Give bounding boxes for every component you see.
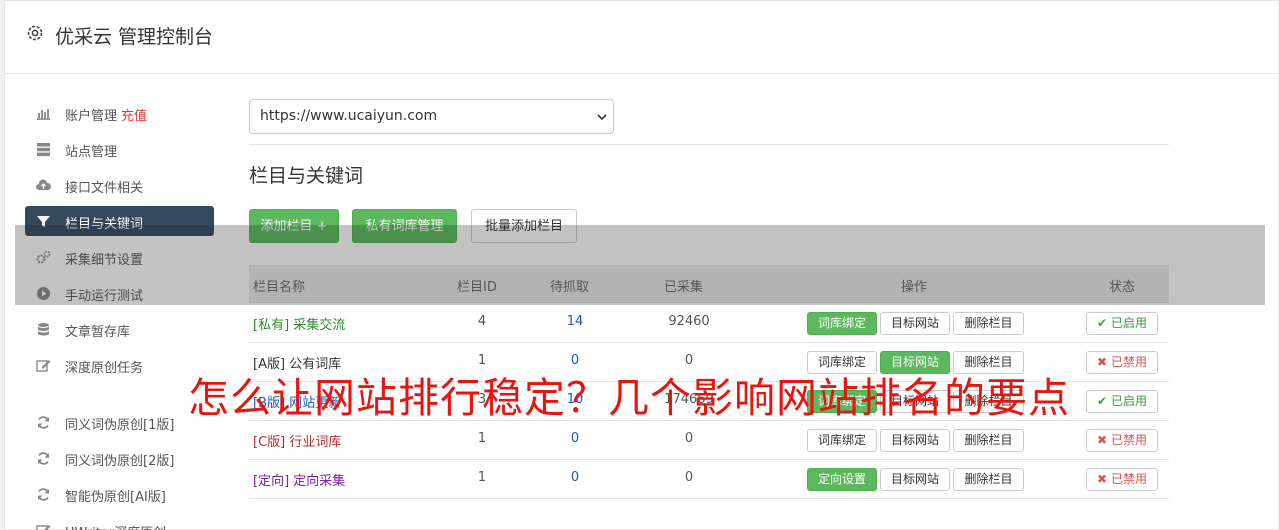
sidebar-item-label: UWriter深度原创 (65, 522, 166, 530)
status-label: 已启用 (1110, 316, 1147, 330)
pending-count: 0 (570, 470, 580, 485)
status-label: 已禁用 (1110, 355, 1147, 369)
site-select[interactable]: https://www.ucaiyun.com (249, 99, 614, 134)
status-label: 已启用 (1110, 394, 1147, 408)
sidebar-item-label: 深度原创任务 (65, 361, 144, 376)
pending-count: 0 (570, 431, 580, 446)
column-tag: [C版] (253, 435, 286, 450)
sidebar-item-interface[interactable]: 接口文件相关 (25, 170, 214, 200)
page-title: 优采云 管理控制台 (55, 26, 214, 48)
check-icon: ✔ (1097, 394, 1108, 408)
table-row: [C版] 行业词库 1 0 0 词库绑定 目标网站 删除栏目 ✖ 已禁用 (249, 421, 1169, 460)
lexicon-bind-button[interactable]: 定向设置 (807, 468, 877, 491)
app-header: 优采云 管理控制台 (5, 1, 1278, 74)
sidebar-item-label: 同义词伪原创[1版] (65, 418, 175, 433)
lexicon-bind-button[interactable]: 词库绑定 (807, 429, 877, 452)
target-site-button[interactable]: 目标网站 (880, 312, 950, 335)
status-toggle[interactable]: ✔ 已启用 (1086, 390, 1158, 413)
sidebar-item-account[interactable]: 账户管理 充值 (25, 98, 214, 128)
sidebar-item-label: 同义词伪原创[2版] (65, 454, 175, 469)
refresh-icon (37, 416, 50, 429)
sidebar-item-ai-rewrite[interactable]: 智能伪原创[AI版] (25, 479, 214, 509)
delete-column-button[interactable]: 删除栏目 (953, 429, 1024, 452)
status-toggle[interactable]: ✔ 已启用 (1086, 312, 1158, 335)
sidebar-item-synonym-v1[interactable]: 同义词伪原创[1版] (25, 407, 214, 437)
column-name: 采集交流 (293, 318, 346, 333)
status-toggle[interactable]: ✖ 已禁用 (1086, 468, 1158, 491)
pending-count: 14 (566, 314, 584, 329)
column-name: 定向采集 (293, 474, 346, 489)
edit-icon (36, 360, 51, 372)
sidebar-item-synonym-v2[interactable]: 同义词伪原创[2版] (25, 443, 214, 473)
collected-count: 0 (684, 470, 694, 485)
gear-icon (27, 25, 43, 41)
chevron-down-icon (597, 114, 607, 121)
column-name-cell[interactable]: [C版] 行业词库 (253, 431, 341, 450)
target-site-button[interactable]: 目标网站 (880, 429, 950, 452)
cloud-upload-icon (36, 179, 51, 190)
status-toggle[interactable]: ✖ 已禁用 (1086, 429, 1158, 452)
sidebar-item-label: 站点管理 (65, 145, 118, 160)
sidebar-item-label: 账户管理 (65, 109, 118, 124)
recharge-link[interactable]: 充值 (121, 109, 147, 124)
column-id: 1 (477, 431, 487, 446)
table-row: [定向] 定向采集 1 0 0 定向设置 目标网站 删除栏目 ✖ 已禁用 (249, 460, 1169, 499)
table-row: [私有] 采集交流 4 14 92460 词库绑定 目标网站 删除栏目 ✔ 已启用 (249, 304, 1169, 343)
site-select-value: https://www.ucaiyun.com (260, 108, 438, 124)
sidebar-item-uwriter[interactable]: UWriter深度原创 (25, 515, 214, 530)
sidebar-item-label: 文章暂存库 (65, 325, 131, 340)
collected-count: 0 (684, 431, 694, 446)
column-tag: [私有] (253, 318, 290, 333)
collected-count: 92460 (668, 314, 710, 329)
close-icon: ✖ (1097, 472, 1108, 486)
sidebar-item-article-store[interactable]: 文章暂存库 (25, 314, 214, 344)
status-label: 已禁用 (1110, 472, 1147, 486)
database-icon (38, 323, 49, 336)
sidebar-item-sites[interactable]: 站点管理 (25, 134, 214, 164)
target-site-button[interactable]: 目标网站 (880, 468, 950, 491)
refresh-icon (37, 452, 50, 465)
sidebar-item-label: 智能伪原创[AI版] (65, 490, 166, 505)
close-icon: ✖ (1097, 355, 1108, 369)
column-id: 1 (477, 470, 487, 485)
bar-chart-icon (37, 109, 50, 120)
column-id: 4 (477, 314, 487, 329)
column-name-cell[interactable]: [私有] 采集交流 (253, 314, 345, 333)
server-icon (37, 143, 50, 157)
sidebar-item-label: 接口文件相关 (65, 181, 144, 196)
delete-column-button[interactable]: 删除栏目 (953, 312, 1024, 335)
refresh-icon (37, 488, 50, 501)
status-label: 已禁用 (1110, 433, 1147, 447)
lexicon-bind-button[interactable]: 词库绑定 (807, 312, 877, 335)
edit-icon (36, 525, 51, 530)
delete-column-button[interactable]: 删除栏目 (953, 468, 1024, 491)
divider (249, 144, 1169, 145)
banner-overlay (15, 225, 1265, 305)
section-title: 栏目与关键词 (249, 165, 364, 187)
status-toggle[interactable]: ✖ 已禁用 (1086, 351, 1158, 374)
sidebar-item-deep-original[interactable]: 深度原创任务 (25, 350, 214, 380)
check-icon: ✔ (1097, 316, 1108, 330)
column-name: 行业词库 (289, 435, 342, 450)
close-icon: ✖ (1097, 433, 1108, 447)
headline-text: 怎么让网站排行稳定？几个影响网站排名的要点 (188, 374, 1070, 422)
column-tag: [定向] (253, 474, 290, 489)
column-name-cell[interactable]: [定向] 定向采集 (253, 470, 345, 489)
